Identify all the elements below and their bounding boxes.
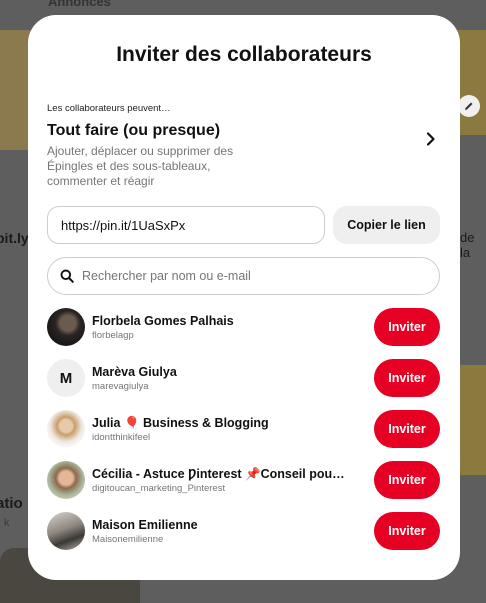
avatar[interactable] bbox=[47, 461, 85, 499]
avatar[interactable]: M bbox=[47, 359, 85, 397]
background-text: | k bbox=[0, 517, 10, 529]
invite-button[interactable]: Inviter bbox=[374, 512, 440, 550]
background-text: bit.ly bbox=[0, 230, 29, 246]
avatar[interactable] bbox=[47, 308, 85, 346]
search-input[interactable]: Rechercher par nom ou e-mail bbox=[47, 257, 440, 295]
user-handle: digitoucan_marketing_Pinterest bbox=[92, 483, 226, 494]
user-row: Cécilia - Astuce Ƿinterest 📌Conseil pou…… bbox=[47, 459, 440, 510]
copy-link-button[interactable]: Copier le lien bbox=[333, 206, 440, 244]
invite-button[interactable]: Inviter bbox=[374, 410, 440, 448]
user-name: Maison Emilienne bbox=[92, 518, 198, 532]
permission-title: Tout faire (ou presque) bbox=[47, 122, 221, 139]
suggested-users-list: Florbela Gomes Palhais florbelagp Invite… bbox=[47, 306, 440, 561]
user-name: Marèva Giulya bbox=[92, 365, 177, 379]
user-handle: marevagiulya bbox=[92, 381, 149, 392]
invite-button[interactable]: Inviter bbox=[374, 308, 440, 346]
search-icon bbox=[60, 269, 74, 283]
avatar[interactable] bbox=[47, 410, 85, 448]
permission-description: Ajouter, déplacer ou supprimer des Éping… bbox=[47, 144, 234, 188]
background-annonces-label: Annonces bbox=[48, 0, 111, 9]
edit-pencil-icon[interactable] bbox=[458, 95, 480, 117]
chevron-right-icon bbox=[426, 132, 435, 146]
user-row: Maison Emilienne Maisonemilienne Inviter bbox=[47, 510, 440, 561]
user-name: Florbela Gomes Palhais bbox=[92, 314, 234, 328]
user-row: Julia 🎈 Business & Blogging idontthinkif… bbox=[47, 408, 440, 459]
user-row: M Marèva Giulya marevagiulya Inviter bbox=[47, 357, 440, 408]
user-handle: florbelagp bbox=[92, 330, 134, 341]
share-link-field[interactable]: https://pin.it/1UaSxPx bbox=[47, 206, 325, 244]
user-row: Florbela Gomes Palhais florbelagp Invite… bbox=[47, 306, 440, 357]
invite-collaborators-dialog: Inviter des collaborateurs Les collabora… bbox=[28, 15, 460, 580]
invite-button[interactable]: Inviter bbox=[374, 461, 440, 499]
permission-selector[interactable]: Les collaborateurs peuvent… Tout faire (… bbox=[47, 103, 439, 193]
user-name: Julia 🎈 Business & Blogging bbox=[92, 416, 269, 430]
search-placeholder: Rechercher par nom ou e-mail bbox=[82, 269, 251, 283]
user-name: Cécilia - Astuce Ƿinterest 📌Conseil pou… bbox=[92, 467, 345, 481]
dialog-title: Inviter des collaborateurs bbox=[116, 43, 372, 66]
avatar[interactable] bbox=[47, 512, 85, 550]
background-text: atio bbox=[0, 495, 23, 512]
permission-caption: Les collaborateurs peuvent… bbox=[47, 103, 171, 114]
invite-button[interactable]: Inviter bbox=[374, 359, 440, 397]
user-handle: idontthinkifeel bbox=[92, 432, 151, 443]
background-text: de la bbox=[460, 230, 475, 260]
user-handle: Maisonemilienne bbox=[92, 534, 164, 545]
